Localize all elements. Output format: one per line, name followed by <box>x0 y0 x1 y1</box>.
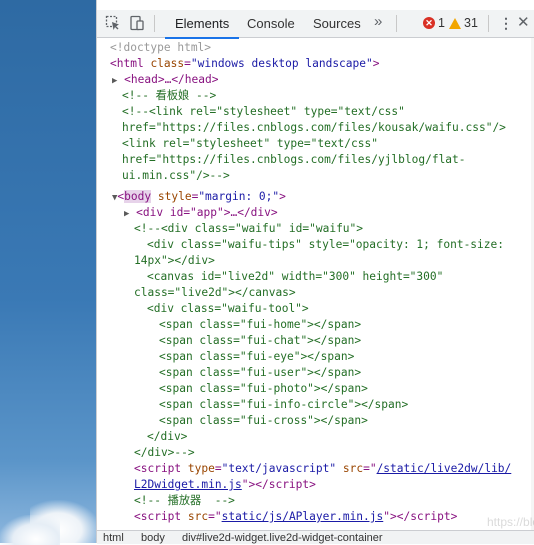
comment-node[interactable]: <span class="fui-photo"></span> <box>159 381 368 397</box>
comment-node[interactable]: 14px"></div> <box>134 253 215 269</box>
body-tag: body <box>124 190 152 203</box>
breadcrumb: html body div#live2d-widget.live2d-widge… <box>97 530 534 544</box>
html-node[interactable]: <html class="windows desktop landscape"> <box>110 56 379 72</box>
comment-node[interactable]: <span class="fui-user"></span> <box>159 365 361 381</box>
html-tag: <html <box>110 57 144 70</box>
comment-node[interactable]: <!--<link rel="stylesheet" type="text/cs… <box>122 104 405 120</box>
tab-console[interactable]: Console <box>247 16 295 37</box>
cloud-decoration <box>0 515 60 545</box>
script-node[interactable]: <script type="text/javascript" src="/sta… <box>134 461 511 477</box>
toolbar-separator <box>154 15 155 32</box>
breadcrumb-div[interactable]: div#live2d-widget.live2d-widget-containe… <box>182 532 383 544</box>
breadcrumb-html[interactable]: html <box>103 532 124 544</box>
more-tabs-button[interactable]: » <box>374 13 382 30</box>
comment-node[interactable]: href="https://files.cnblogs.com/files/yj… <box>122 152 466 168</box>
toolbar-separator <box>396 15 397 32</box>
script-node-cont[interactable]: L2Dwidget.min.js"></script> <box>134 477 316 493</box>
error-badge[interactable]: ✕ 1 <box>423 16 445 30</box>
script-src-link[interactable]: /static/live2dw/lib/ <box>377 462 512 475</box>
script-node[interactable]: <script src="static/js/APlayer.min.js"><… <box>134 509 457 525</box>
app-div-node[interactable]: ▶ <div id="app">…</div> <box>124 205 278 221</box>
toolbar-separator <box>488 15 489 32</box>
close-icon[interactable]: ✕ <box>517 13 530 31</box>
comment-node[interactable]: </div> <box>147 429 187 445</box>
page-background <box>0 0 100 545</box>
warning-badge[interactable]: 31 <box>449 16 478 30</box>
device-toolbar-icon[interactable] <box>129 15 145 31</box>
devtools-toolbar: Elements Console Sources » ✕ 1 31 ⋮ ✕ <box>97 10 534 39</box>
head-node[interactable]: ▶ <head>…</head> <box>112 72 218 88</box>
warning-icon <box>449 17 461 29</box>
devtools-top-strip <box>97 0 534 10</box>
comment-node[interactable]: href="https://files.cnblogs.com/files/ko… <box>122 120 506 136</box>
warning-count: 31 <box>464 16 478 30</box>
comment-node[interactable]: ui.min.css"/>--> <box>122 168 230 184</box>
comment-node[interactable]: <span class="fui-info-circle"></span> <box>159 397 408 413</box>
watermark: https://blog.csdn.net/u011791303 <box>487 515 534 529</box>
html-attr-value: "windows desktop landscape" <box>190 57 373 70</box>
error-icon: ✕ <box>423 17 435 29</box>
comment-node[interactable]: <!-- 播放器 --> <box>134 493 235 509</box>
tab-elements[interactable]: Elements <box>165 16 240 39</box>
body-attr-value: "margin: 0;" <box>198 190 280 203</box>
script-src-link[interactable]: static/js/APlayer.min.js <box>222 510 384 523</box>
comment-node[interactable]: <div class="waifu-tips" style="opacity: … <box>147 237 504 253</box>
body-node[interactable]: ▼<body style="margin: 0;"> <box>112 189 286 205</box>
comment-node[interactable]: <span class="fui-chat"></span> <box>159 333 361 349</box>
breadcrumb-body[interactable]: body <box>141 532 165 544</box>
tab-sources[interactable]: Sources <box>313 16 361 37</box>
comment-node[interactable]: class="live2d"></canvas> <box>134 285 296 301</box>
comment-node[interactable]: <!-- 看板娘 --> <box>122 88 216 104</box>
app-div-text: <div id="app">…</div> <box>136 206 278 219</box>
comment-node[interactable]: <span class="fui-home"></span> <box>159 317 361 333</box>
script-src-link[interactable]: L2Dwidget.min.js <box>134 478 242 491</box>
inspect-cursor-icon[interactable] <box>105 15 121 31</box>
comment-node[interactable]: <link rel="stylesheet" type="text/css" <box>122 136 378 152</box>
comment-node[interactable]: <!--<div class="waifu" id="waifu"> <box>134 221 363 237</box>
comment-node[interactable]: <canvas id="live2d" width="300" height="… <box>147 269 443 285</box>
devtools-panel: Elements Console Sources » ✕ 1 31 ⋮ ✕ <!… <box>96 0 534 544</box>
doctype-text: <!doctype html> <box>110 41 212 54</box>
comment-node[interactable]: </div>--> <box>134 445 195 461</box>
comment-node[interactable]: <span class="fui-eye"></span> <box>159 349 354 365</box>
comment-node[interactable]: <span class="fui-cross"></span> <box>159 413 368 429</box>
elements-dom-tree: <!doctype html> <html class="windows des… <box>97 38 534 530</box>
body-attr-name: style <box>157 190 192 203</box>
more-options-icon[interactable]: ⋮ <box>499 15 513 32</box>
head-text: <head>…</head> <box>124 73 219 86</box>
html-attr-name: class <box>150 57 185 70</box>
expand-triangle-icon[interactable]: ▶ <box>112 76 117 86</box>
comment-node[interactable]: <div class="waifu-tool"> <box>147 301 309 317</box>
error-count: 1 <box>438 16 445 30</box>
doctype-node[interactable]: <!doctype html> <box>110 40 211 56</box>
expand-triangle-icon[interactable]: ▶ <box>124 209 129 219</box>
